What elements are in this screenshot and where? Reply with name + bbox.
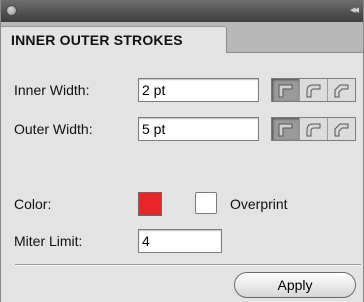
miter-join-icon — [278, 84, 293, 98]
bevel-join-icon — [334, 84, 349, 98]
miter-join-icon — [278, 123, 293, 137]
bevel-join-icon — [334, 123, 349, 137]
outer-width-label: Outer Width: — [14, 121, 93, 137]
miter-limit-field[interactable]: 4 — [138, 229, 222, 253]
close-button[interactable] — [6, 5, 17, 16]
round-join-icon — [306, 123, 321, 137]
outer-miter-join-button[interactable] — [272, 118, 300, 140]
outer-width-field[interactable]: 5 pt — [138, 117, 259, 141]
outer-bevel-join-button[interactable] — [328, 118, 355, 140]
round-join-icon — [306, 84, 321, 98]
miter-limit-label: Miter Limit: — [14, 233, 83, 249]
inner-bevel-join-button[interactable] — [328, 79, 355, 101]
inner-miter-join-button[interactable] — [272, 79, 300, 101]
collapse-icon[interactable]: ◂◂ — [350, 3, 359, 17]
outer-round-join-button[interactable] — [300, 118, 328, 140]
apply-button[interactable]: Apply — [234, 272, 356, 298]
overprint-label: Overprint — [230, 196, 288, 212]
color-swatch[interactable] — [138, 192, 162, 216]
inner-width-label: Inner Width: — [14, 82, 90, 98]
inner-width-field[interactable]: 2 pt — [138, 78, 259, 102]
inner-outer-strokes-panel: ◂◂ INNER OUTER STROKES Inner Width: 2 pt… — [0, 0, 364, 302]
tab-inner-outer-strokes[interactable]: INNER OUTER STROKES — [1, 26, 227, 53]
color-label: Color: — [14, 196, 52, 212]
tab-strip: INNER OUTER STROKES — [1, 22, 363, 53]
divider — [15, 264, 361, 266]
tab-label: INNER OUTER STROKES — [11, 32, 183, 48]
inner-join-selector — [271, 78, 356, 102]
inner-round-join-button[interactable] — [300, 79, 328, 101]
outer-join-selector — [271, 117, 356, 141]
overprint-checkbox[interactable] — [195, 192, 217, 214]
panel-titlebar[interactable]: ◂◂ — [1, 0, 363, 22]
